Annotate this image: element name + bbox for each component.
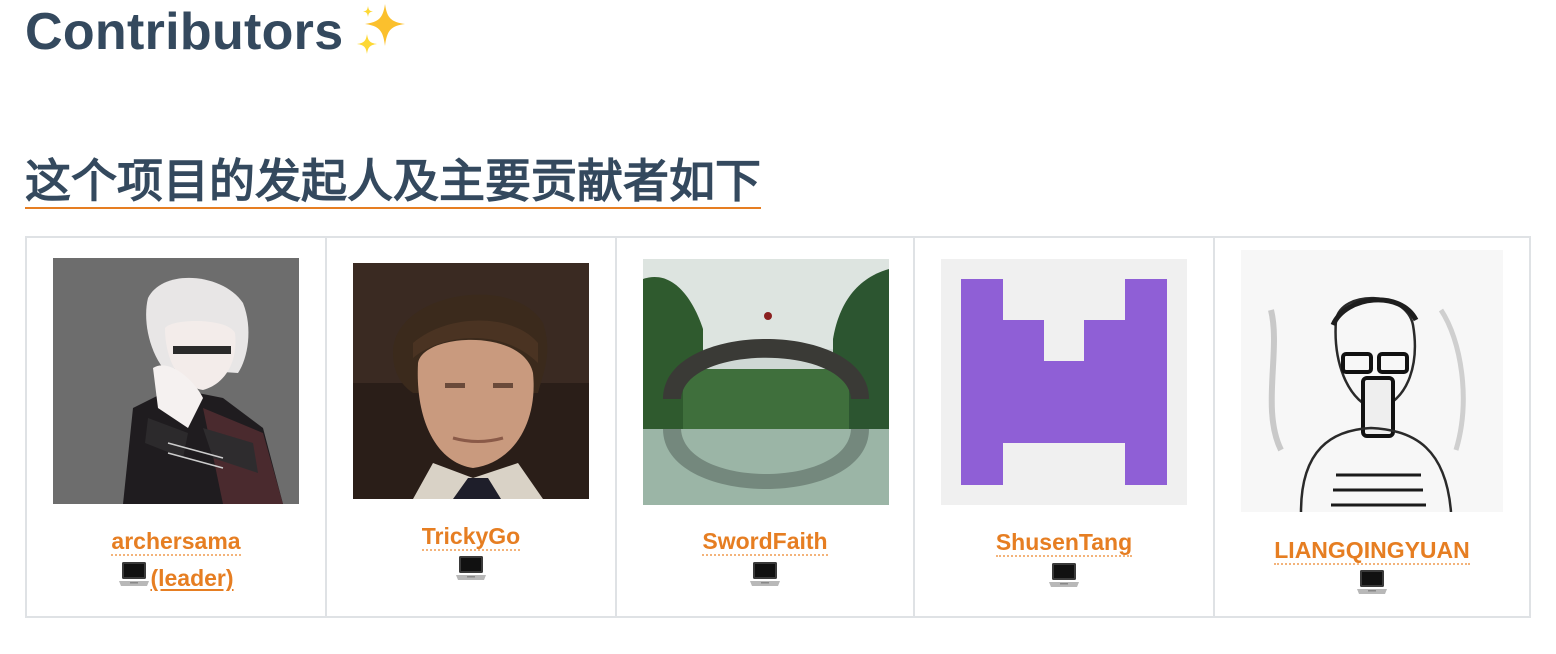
contributor-cell: TrickyGo xyxy=(325,236,617,618)
section-heading: 这个项目的发起人及主要贡献者如下 xyxy=(25,152,761,210)
contribution-badge: (leader) xyxy=(27,560,325,596)
laptop-icon xyxy=(749,560,781,596)
section-heading-link[interactable]: 这个项目的发起人及主要贡献者如下 xyxy=(25,155,761,209)
leader-role-link[interactable]: (leader) xyxy=(150,565,233,591)
purple-identicon-avatar[interactable] xyxy=(941,259,1187,505)
sparkles-icon xyxy=(355,0,411,56)
contribution-badge xyxy=(915,561,1213,597)
page-title: Contributors xyxy=(25,0,411,64)
contributor-cell: ShusenTang xyxy=(913,236,1215,618)
readme-content: Contributors 这个项目的发起人及主要贡献者如下 archersama… xyxy=(0,0,1556,654)
contributor-cell: LIANGQINGYUAN xyxy=(1213,236,1531,618)
contribution-badge xyxy=(327,554,615,590)
laptop-icon xyxy=(455,554,487,590)
contribution-badge xyxy=(1215,568,1529,604)
man-portrait-avatar[interactable] xyxy=(353,263,589,499)
contributor-cell: SwordFaith xyxy=(615,236,915,618)
laptop-icon xyxy=(1356,568,1388,604)
contributor-name-link[interactable]: LIANGQINGYUAN xyxy=(1215,535,1529,565)
arch-bridge-landscape-avatar[interactable] xyxy=(643,259,889,505)
laptop-icon xyxy=(118,560,150,596)
contributor-name-link[interactable]: ShusenTang xyxy=(915,527,1213,557)
contributors-table: archersama (leader) TrickyGo SwordFaith … xyxy=(25,236,1531,618)
laptop-icon xyxy=(1048,561,1080,597)
sketch-selfie-avatar[interactable] xyxy=(1241,250,1503,512)
page-title-text: Contributors xyxy=(25,3,344,61)
anime-portrait-avatar[interactable] xyxy=(53,258,299,504)
contributor-name-link[interactable]: archersama xyxy=(27,526,325,556)
contributor-cell: archersama (leader) xyxy=(25,236,327,618)
contributor-name-link[interactable]: SwordFaith xyxy=(617,526,913,556)
contributor-name-link[interactable]: TrickyGo xyxy=(327,521,615,551)
contribution-badge xyxy=(617,560,913,596)
